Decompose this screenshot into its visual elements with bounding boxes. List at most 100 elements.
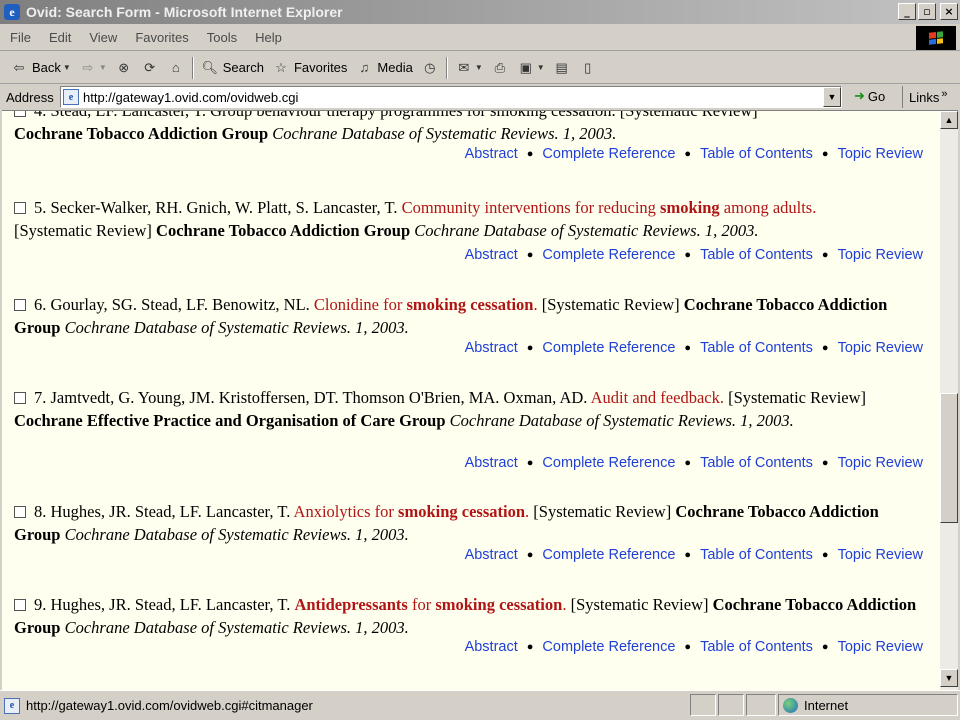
links-toolbar[interactable]: Links » (902, 86, 947, 108)
citation-7: 7. Jamtvedt, G. Young, JM. Kristoffersen… (14, 386, 929, 432)
ie-page-icon: e (63, 89, 79, 105)
close-button[interactable]: × (940, 3, 958, 20)
search-button[interactable]: 🔍︎ Search (197, 56, 268, 80)
citation-checkbox[interactable] (14, 299, 26, 311)
standard-toolbar: ⇦ Back ▼ ⇨ ▼ ⊗ ⟳ ⌂ 🔍︎ Search ☆ Favorites… (0, 52, 960, 84)
forward-button[interactable]: ⇨ ▼ (75, 56, 111, 80)
maximize-button[interactable]: ▫ (918, 3, 936, 20)
print-button[interactable]: ⎙ (487, 56, 513, 80)
vertical-scrollbar[interactable]: ▲ ▼ (940, 111, 958, 690)
citation-title[interactable]: Clonidine for smoking cessation. (314, 295, 538, 314)
topic-review-link[interactable]: Topic Review (838, 455, 923, 471)
citation-4-partial: 4. Stead, LF. Lancaster, T. Group behavi… (14, 111, 929, 145)
result-links: Abstract ● Complete Reference ● Table of Con… (465, 547, 923, 563)
chevron-right-icon[interactable]: » (941, 88, 947, 100)
citation-authors: Gourlay, SG. Stead, LF. Benowitz, NL. (50, 295, 310, 314)
menu-help[interactable]: Help (246, 30, 291, 45)
refresh-button[interactable]: ⟳ (137, 56, 163, 80)
scroll-thumb[interactable] (940, 393, 958, 523)
go-button[interactable]: ➜ Go (854, 88, 885, 104)
citation-type: [Systematic Review] (728, 388, 867, 407)
bullet-separator: ● (821, 148, 829, 160)
topic-review-link[interactable]: Topic Review (838, 340, 923, 356)
menu-favorites[interactable]: Favorites (126, 30, 197, 45)
address-dropdown-button[interactable]: ▼ (823, 87, 841, 107)
topic-review-link[interactable]: Topic Review (838, 547, 923, 563)
citation-title[interactable]: Anxiolytics for smoking cessation. (294, 502, 530, 521)
result-links: Abstract ● Complete Reference ● Table of Con… (465, 455, 923, 471)
complete-reference-link[interactable]: Complete Reference (542, 547, 675, 563)
result-links: Abstract ● Complete Reference ● Table of Con… (465, 340, 923, 356)
links-label: Links (909, 89, 940, 105)
complete-reference-link[interactable]: Complete Reference (542, 247, 675, 263)
stop-button[interactable]: ⊗ (111, 56, 137, 80)
back-button[interactable]: ⇦ Back ▼ (6, 56, 75, 80)
favorites-icon: ☆ (275, 59, 287, 75)
table-of-contents-link[interactable]: Table of Contents (700, 247, 813, 263)
scroll-down-button[interactable]: ▼ (940, 669, 958, 687)
citation-checkbox[interactable] (14, 202, 26, 214)
status-pane (718, 694, 744, 716)
citation-checkbox[interactable] (14, 392, 26, 404)
citation-4-clipped-line: 4. Stead, LF. Lancaster, T. Group behavi… (14, 111, 929, 122)
edit-dropdown-icon[interactable]: ▼ (537, 63, 545, 72)
topic-review-link[interactable]: Topic Review (838, 247, 923, 263)
mail-button[interactable]: ✉ ▼ (451, 56, 487, 80)
bullet-separator: ● (821, 549, 829, 561)
complete-reference-link[interactable]: Complete Reference (542, 455, 675, 471)
citation-authors: Hughes, JR. Stead, LF. Lancaster, T. (50, 595, 291, 614)
citation-checkbox[interactable] (14, 599, 26, 611)
abstract-link[interactable]: Abstract (465, 639, 518, 655)
abstract-link[interactable]: Abstract (465, 547, 518, 563)
ie-page-icon: e (4, 697, 20, 714)
abstract-link[interactable]: Abstract (465, 146, 518, 162)
table-of-contents-link[interactable]: Table of Contents (700, 146, 813, 162)
abstract-link[interactable]: Abstract (465, 340, 518, 356)
print-icon: ⎙ (494, 59, 505, 75)
complete-reference-link[interactable]: Complete Reference (542, 146, 675, 162)
scroll-up-button[interactable]: ▲ (940, 111, 958, 129)
topic-review-link[interactable]: Topic Review (838, 146, 923, 162)
bullet-separator: ● (526, 641, 534, 653)
bullet-separator: ● (821, 249, 829, 261)
discuss-button[interactable]: ▤ (549, 56, 575, 80)
menu-tools[interactable]: Tools (198, 30, 246, 45)
minimize-button[interactable]: _ (898, 3, 916, 20)
favorites-button[interactable]: ☆ Favorites (268, 56, 351, 80)
menu-edit[interactable]: Edit (40, 30, 80, 45)
table-of-contents-link[interactable]: Table of Contents (700, 455, 813, 471)
ie-app-icon[interactable]: e (4, 4, 20, 20)
citation-checkbox[interactable] (14, 506, 26, 518)
table-of-contents-link[interactable]: Table of Contents (700, 639, 813, 655)
mail-dropdown-icon[interactable]: ▼ (475, 63, 483, 72)
topic-review-link[interactable]: Topic Review (838, 639, 923, 655)
citation-group: Cochrane Effective Practice and Organisa… (14, 411, 446, 430)
table-of-contents-link[interactable]: Table of Contents (700, 547, 813, 563)
status-pane (690, 694, 716, 716)
complete-reference-link[interactable]: Complete Reference (542, 340, 675, 356)
complete-reference-link[interactable]: Complete Reference (542, 639, 675, 655)
result-links: Abstract ● Complete Reference ● Table of Con… (465, 639, 923, 655)
citation-authors: Secker-Walker, RH. Gnich, W. Platt, S. L… (50, 198, 398, 217)
edit-button[interactable]: ▣ ▼ (513, 56, 549, 80)
abstract-link[interactable]: Abstract (465, 247, 518, 263)
address-url[interactable]: http://gateway1.ovid.com/ovidweb.cgi (83, 90, 298, 105)
bullet-separator: ● (526, 249, 534, 261)
citation-title[interactable]: Antidepressants for smoking cessation. (294, 595, 566, 614)
citation-journal: Cochrane Database of Systematic Reviews.… (272, 124, 617, 143)
citation-title[interactable]: Community interventions for reducing smo… (402, 198, 817, 217)
citation-checkbox[interactable] (14, 111, 26, 117)
menu-file[interactable]: File (0, 30, 40, 45)
table-of-contents-link[interactable]: Table of Contents (700, 340, 813, 356)
back-dropdown-icon[interactable]: ▼ (63, 63, 71, 72)
address-field[interactable]: e http://gateway1.ovid.com/ovidweb.cgi ▼ (60, 86, 842, 108)
home-button[interactable]: ⌂ (163, 56, 189, 80)
citation-authors: Jamtvedt, G. Young, JM. Kristoffersen, D… (50, 388, 588, 407)
history-button[interactable]: ◷ (417, 56, 443, 80)
menu-view[interactable]: View (80, 30, 126, 45)
media-button[interactable]: ♫ Media (351, 56, 416, 80)
abstract-link[interactable]: Abstract (465, 455, 518, 471)
messenger-button[interactable]: ▯ (575, 56, 601, 80)
forward-dropdown-icon[interactable]: ▼ (99, 63, 107, 72)
citation-title[interactable]: Audit and feedback. (591, 388, 724, 407)
